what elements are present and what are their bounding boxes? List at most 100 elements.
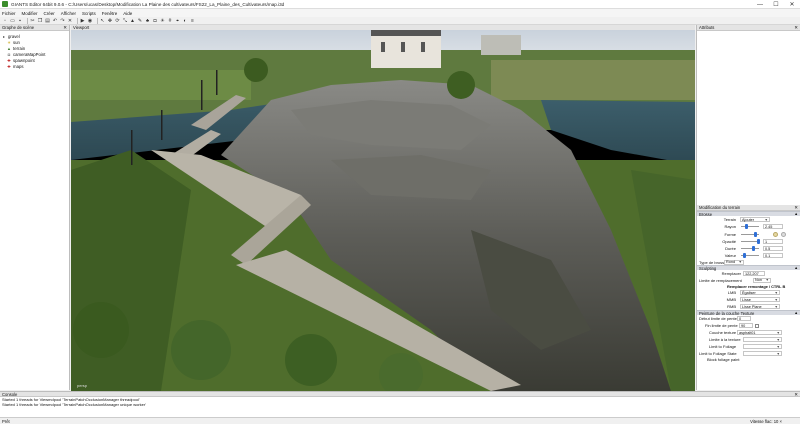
maximize-button[interactable]: ☐	[768, 0, 784, 9]
status-bar: Prêt Vitesse flac: 10 ×	[0, 417, 800, 424]
giants-editor-window: GIANTS Editor 64bit 9.0.6 - C:/Users/uca…	[0, 0, 800, 424]
undo-icon[interactable]: ↶	[52, 18, 58, 24]
cut-icon[interactable]: ✂	[30, 18, 36, 24]
foliage-icon[interactable]: ♣	[145, 18, 151, 24]
redo-icon[interactable]: ↷	[60, 18, 66, 24]
duration-slider[interactable]	[752, 246, 755, 251]
menu-view[interactable]: Afficher	[61, 11, 76, 16]
menu-bar: Fichier Modifier Créer Afficher Scripts …	[0, 9, 800, 17]
terrain-edit-title: Modification du terrain	[699, 205, 741, 210]
brush-shape-preview-icon	[773, 231, 778, 237]
tree-item-maps[interactable]: ✚ maps	[2, 63, 67, 69]
tree	[285, 334, 337, 386]
texture-layer-select[interactable]: asphalt01 ▼	[737, 330, 782, 335]
window	[421, 42, 425, 52]
lamp-post	[131, 130, 133, 165]
slope-checkbox[interactable]	[755, 323, 759, 328]
mmb-select[interactable]: Lisse ▼	[740, 297, 780, 302]
chevron-down-icon: ▼	[774, 290, 778, 295]
opacity-slider[interactable]	[757, 239, 760, 244]
play-icon[interactable]: ▶	[80, 18, 86, 24]
attributes-panel: Attributs ✕ Modification du terrain ✕ Br…	[696, 25, 800, 390]
3d-viewport-render[interactable]	[71, 30, 695, 391]
value-row: Valeur 0.1	[697, 252, 800, 259]
menu-scripts[interactable]: Scripts	[82, 11, 96, 16]
select-icon[interactable]: ↖	[100, 18, 106, 24]
texture-limit-select[interactable]: ▼	[743, 337, 782, 342]
lmb-row: LMB Égaliser ▼	[727, 290, 780, 295]
new-icon[interactable]: ▫	[2, 18, 8, 24]
menu-create[interactable]: Créer	[44, 11, 55, 16]
save-icon[interactable]: ▪	[17, 18, 23, 24]
minimize-button[interactable]: —	[752, 0, 768, 9]
scenegraph-tree: ▸ gravel ☀ sun ▲ terrain ◘ cameraMapPoin…	[0, 31, 69, 71]
viewport-header: Viewport	[71, 25, 695, 30]
scale-icon[interactable]: ⤡	[122, 18, 128, 24]
attributes-area: Attributs ✕	[697, 25, 800, 205]
menu-window[interactable]: Fenêtre	[102, 11, 118, 16]
paste-icon[interactable]: ▤	[45, 18, 51, 24]
menu-edit[interactable]: Modifier	[22, 11, 38, 16]
slope-end-input[interactable]: 90	[739, 323, 753, 328]
value-input[interactable]: 0.1	[763, 253, 783, 258]
chevron-down-icon: ▼	[776, 337, 780, 342]
lmb-select[interactable]: Égaliser ▼	[740, 290, 780, 295]
replace-limit-select[interactable]: Non ▼	[753, 277, 771, 283]
camera-icon[interactable]: ◘	[152, 18, 158, 24]
light-node-icon: ☀	[7, 39, 11, 45]
lamp-post	[201, 80, 203, 110]
light-icon[interactable]: ☀	[160, 18, 166, 24]
opacity-input[interactable]: 1	[763, 239, 783, 244]
snap-icon[interactable]: ⌖	[175, 18, 181, 24]
foliage-state-select[interactable]: ▼	[743, 351, 782, 356]
move-icon[interactable]: ✥	[107, 18, 113, 24]
shader-icon[interactable]: ◐	[182, 18, 188, 24]
slope-start-row: Début limite de pente 0	[697, 315, 800, 322]
block-foliage-row: Block foliage paint	[707, 357, 740, 362]
delete-icon[interactable]: ✕	[67, 18, 73, 24]
viewport-panel[interactable]: Viewport persp	[71, 25, 695, 391]
terrain-node-icon: ▲	[7, 45, 11, 51]
lamp-post	[216, 70, 218, 95]
copy-icon[interactable]: ❐	[37, 18, 43, 24]
rmb-select[interactable]: Lisse Plane ▼	[740, 304, 780, 309]
slope-start-input[interactable]: 0	[737, 316, 751, 321]
terrain-mode-select[interactable]: Ajouter ▼	[740, 217, 770, 222]
open-icon[interactable]: ▭	[10, 18, 16, 24]
shape-slider[interactable]	[754, 231, 757, 237]
close-icon[interactable]: ✕	[794, 392, 798, 398]
window	[401, 42, 405, 52]
value-slider[interactable]	[743, 253, 746, 258]
tree	[73, 302, 129, 358]
script-icon[interactable]: ≡	[190, 18, 196, 24]
paint-icon[interactable]: ✎	[137, 18, 143, 24]
terrain-icon[interactable]: ▲	[130, 18, 136, 24]
brush-type-select[interactable]: Rond ▼	[724, 259, 744, 265]
close-icon[interactable]: ✕	[63, 25, 67, 31]
menu-file[interactable]: Fichier	[2, 11, 16, 16]
chevron-down-icon: ▼	[764, 217, 768, 222]
close-button[interactable]: ✕	[784, 0, 800, 9]
rotate-icon[interactable]: ⟳	[115, 18, 121, 24]
duration-row: Durée 0.5	[697, 245, 800, 252]
replace-input[interactable]: 122,207	[743, 271, 765, 276]
radius-slider[interactable]	[745, 224, 748, 229]
close-icon[interactable]: ✕	[794, 25, 798, 31]
attributes-header: Attributs ✕	[697, 25, 800, 31]
console-title: Console	[2, 391, 18, 397]
opacity-row: Opacité 1	[697, 238, 800, 245]
foliage-limit-select[interactable]: ▼	[743, 344, 782, 349]
mmb-row: MMB Lisse ▼	[726, 297, 780, 302]
window	[381, 42, 385, 52]
node-icon: ▸	[2, 33, 5, 39]
radius-input[interactable]: 2.45	[763, 224, 783, 229]
rmb-row: RMB Lisse Plane ▼	[727, 304, 780, 309]
grid-icon[interactable]: #	[167, 18, 173, 24]
eye-icon[interactable]: ◉	[87, 18, 93, 24]
duration-input[interactable]: 0.5	[763, 246, 783, 251]
camera-speed-status: Vitesse flac: 10 ×	[750, 418, 782, 424]
menu-help[interactable]: Aide	[123, 11, 132, 16]
terrain-mode-row: Terrain Ajouter ▼	[723, 217, 770, 222]
toolbar: ▫ ▭ ▪ ✂ ❐ ▤ ↶ ↷ ✕ ▶ ◉ ↖ ✥ ⟳ ⤡ ▲ ✎ ♣ ◘ ☀ …	[0, 17, 800, 25]
app-logo-icon	[2, 1, 8, 7]
